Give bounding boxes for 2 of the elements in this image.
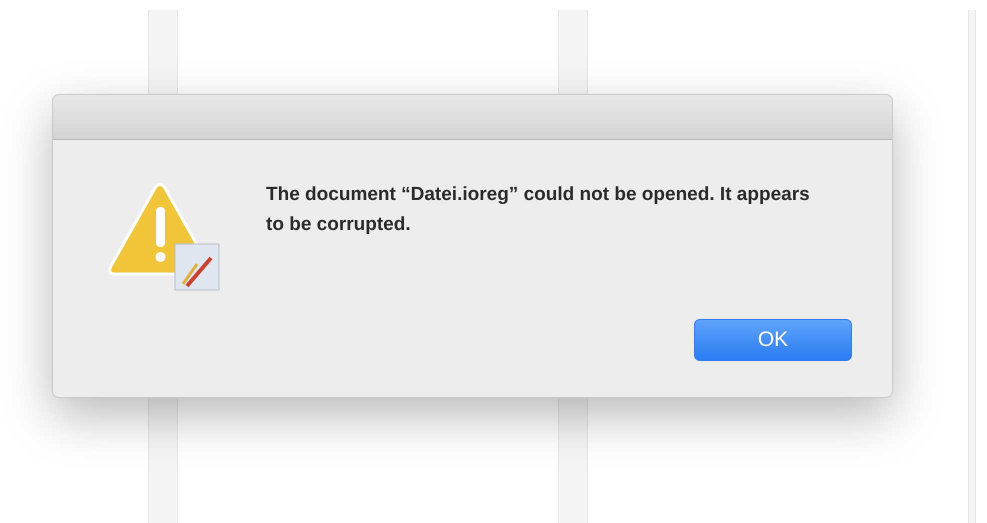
ok-button[interactable]: OK (694, 319, 852, 361)
error-message: The document “Datei.ioreg” could not be opened. It appears to be corrupted. (266, 183, 811, 237)
